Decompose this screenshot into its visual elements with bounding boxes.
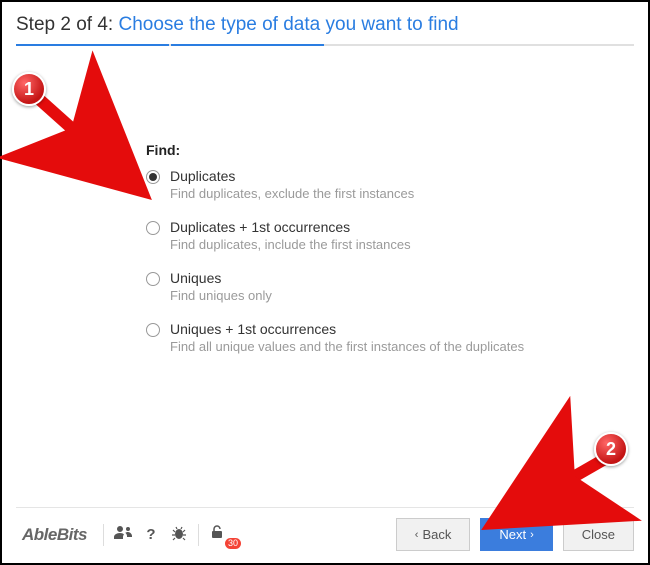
back-label: Back (422, 527, 451, 542)
annotation-arrow-1 (22, 82, 182, 212)
people-icon[interactable] (114, 525, 132, 545)
find-options: Duplicates Find duplicates, exclude the … (146, 168, 634, 354)
back-button[interactable]: ‹ Back (396, 518, 471, 551)
option-title: Uniques (170, 270, 272, 286)
divider (198, 524, 199, 546)
progress-step-4 (481, 44, 634, 46)
find-label: Find: (146, 142, 634, 158)
option-desc: Find uniques only (170, 288, 272, 303)
option-desc: Find duplicates, exclude the first insta… (170, 186, 414, 201)
brand-logo: AbleBits (16, 525, 93, 545)
option-uniques[interactable]: Uniques Find uniques only (146, 270, 634, 303)
option-duplicates-first[interactable]: Duplicates + 1st occurrences Find duplic… (146, 219, 634, 252)
option-uniques-first[interactable]: Uniques + 1st occurrences Find all uniqu… (146, 321, 634, 354)
step-counter: Step 2 of 4: (16, 14, 118, 35)
step-title: Choose the type of data you want to find (118, 14, 458, 35)
option-duplicates[interactable]: Duplicates Find duplicates, exclude the … (146, 168, 634, 201)
progress-step-3 (326, 44, 479, 46)
progress-step-1 (16, 44, 169, 46)
unlock-icon (209, 527, 225, 544)
wizard-header: Step 2 of 4: Choose the type of data you… (16, 14, 634, 36)
license-badge: 30 (225, 538, 241, 549)
option-title: Duplicates (170, 168, 414, 184)
radio-duplicates-first[interactable] (146, 221, 160, 235)
radio-uniques[interactable] (146, 272, 160, 286)
progress-step-2 (171, 44, 324, 46)
option-desc: Find all unique values and the first ins… (170, 339, 524, 354)
option-title: Duplicates + 1st occurrences (170, 219, 411, 235)
annotation-arrow-2 (462, 442, 622, 552)
license-status[interactable]: 30 (209, 524, 233, 545)
radio-uniques-first[interactable] (146, 323, 160, 337)
divider (103, 524, 104, 546)
help-icon[interactable]: ? (142, 526, 160, 543)
progress-bar (16, 44, 634, 46)
bug-icon[interactable] (170, 525, 188, 545)
option-desc: Find duplicates, include the first insta… (170, 237, 411, 252)
option-title: Uniques + 1st occurrences (170, 321, 524, 337)
chevron-left-icon: ‹ (415, 529, 419, 541)
